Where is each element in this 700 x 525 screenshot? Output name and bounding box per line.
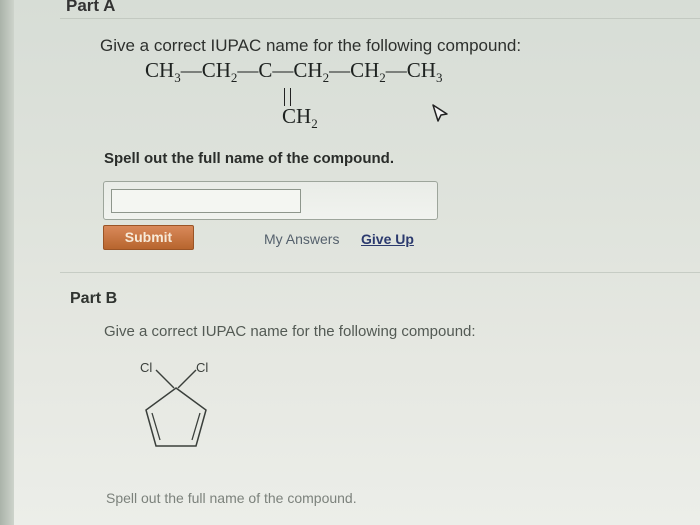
divider-top — [60, 18, 700, 19]
chlorine-label-left: Cl — [140, 360, 152, 375]
formula-bond-2: — — [237, 58, 259, 82]
part-a-title: Part A — [66, 0, 116, 15]
chlorine-label-right: Cl — [196, 360, 208, 375]
bond-cl-left — [155, 369, 175, 389]
part-a-instruction: Spell out the full name of the compound. — [104, 150, 394, 167]
formula-ch2-c: CH2 — [350, 58, 386, 86]
compound-formula-chain: CH3—CH2—C—CH2—CH2—CH3 — [145, 58, 442, 86]
formula-c-center: C — [258, 58, 273, 82]
part-a-question: Give a correct IUPAC name for the follow… — [100, 36, 522, 55]
formula-ch3-right: CH3 — [406, 58, 443, 86]
divider-middle — [60, 272, 700, 273]
formula-bond-1: — — [180, 58, 202, 82]
formula-ch2-b: CH2 — [293, 58, 330, 86]
formula-bond-5: — — [385, 58, 407, 82]
formula-substituent: CH2 — [282, 104, 318, 132]
part-b-question: Give a correct IUPAC name for the follow… — [104, 323, 476, 340]
left-edge-strip — [0, 0, 14, 525]
cyclopentene-ring — [145, 387, 207, 447]
formula-bond-3: — — [272, 58, 294, 82]
formula-bond-4: — — [329, 58, 351, 82]
part-b-title: Part B — [70, 290, 118, 307]
dichlorocyclopentene-structure: Cl Cl — [140, 360, 208, 447]
part-b-instruction: Spell out the full name of the compound. — [106, 490, 357, 506]
formula-ch2-a: CH2 — [201, 58, 238, 86]
mouse-cursor-icon — [432, 104, 448, 122]
bond-cl-right — [177, 369, 197, 389]
formula-ch3-left: CH3 — [145, 58, 181, 86]
give-up-link[interactable]: Give Up — [361, 231, 414, 247]
my-answers-link[interactable]: My Answers — [264, 231, 339, 247]
submit-button[interactable]: Submit — [103, 225, 194, 250]
answer-input[interactable] — [111, 189, 301, 213]
